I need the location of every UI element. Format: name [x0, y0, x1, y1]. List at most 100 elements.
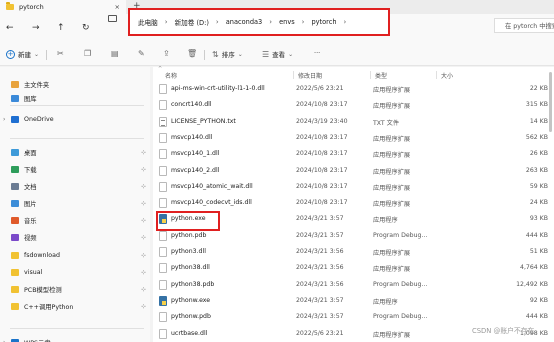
new-button[interactable]: + 新建 ⌄ — [6, 49, 39, 59]
copy-icon[interactable]: ❐ — [84, 49, 91, 58]
sidebar-item[interactable]: 图库 — [0, 91, 150, 105]
up-button[interactable]: ↑ — [57, 23, 65, 33]
pin-icon[interactable]: ⊹ — [141, 303, 146, 310]
address-bar[interactable]: 此电脑 › 新加卷 (D:) › anaconda3 › envs › pyto… — [128, 8, 390, 36]
cut-icon[interactable]: ✂ — [57, 49, 64, 58]
file-date: 2024/10/8 23:17 — [296, 199, 348, 207]
file-date: 2024/3/21 3:56 — [296, 248, 344, 255]
pin-icon[interactable]: ⊹ — [141, 269, 146, 276]
pin-icon[interactable]: ⊹ — [141, 200, 146, 207]
file-row[interactable]: api-ms-win-crt-utility-l1-1-0.dll 2022/5/… — [153, 81, 554, 97]
column-header-type[interactable]: 类型 — [375, 71, 387, 80]
sort-icon: ⇅ — [212, 49, 219, 59]
column-divider[interactable] — [370, 71, 371, 79]
sidebar-item[interactable]: C++调用Python ⊹ — [0, 299, 150, 313]
file-size: 12,492 KB — [516, 280, 548, 288]
file-type: 应用程序扩展 — [373, 168, 411, 176]
file-type: 应用程序扩展 — [373, 266, 411, 274]
pin-icon[interactable]: ⊹ — [141, 217, 146, 224]
file-row[interactable]: msvcp140_codecvt_ids.dll 2024/10/8 23:17 应… — [153, 195, 554, 211]
sidebar-item[interactable]: › OneDrive — [0, 112, 150, 126]
sidebar-item[interactable]: 下载 ⊹ — [0, 162, 150, 176]
file-type: 应用程序 — [373, 217, 398, 225]
file-type: 应用程序扩展 — [373, 184, 411, 192]
breadcrumb-pytorch[interactable]: pytorch — [311, 18, 336, 26]
share-icon[interactable]: ⇪ — [163, 49, 170, 58]
file-name: api-ms-win-crt-utility-l1-1-0.dll — [171, 85, 265, 92]
pin-icon[interactable]: ⊹ — [141, 286, 146, 293]
pin-icon[interactable]: ⊹ — [141, 234, 146, 241]
file-date: 2024/3/21 3:57 — [296, 215, 344, 223]
sidebar-item-label: visual — [24, 268, 43, 276]
sidebar-item[interactable]: 图片 ⊹ — [0, 196, 150, 210]
breadcrumb-drive-d[interactable]: 新加卷 (D:) — [175, 17, 209, 27]
file-row[interactable]: python3.dll 2024/3/21 3:56 应用程序扩展 51 KB — [153, 244, 554, 260]
tab-close-button[interactable]: × — [115, 3, 120, 11]
forward-button[interactable]: → — [32, 23, 40, 33]
file-date: 2024/10/8 23:17 — [296, 182, 348, 190]
pin-icon[interactable]: ⊹ — [141, 252, 146, 259]
file-row[interactable]: LICENSE_PYTHON.txt 2024/3/19 23:40 TXT 文件 1… — [153, 114, 554, 130]
file-date: 2024/3/21 3:57 — [296, 296, 344, 304]
chevron-right-icon[interactable]: › — [3, 116, 5, 123]
sidebar-item-label: 主文件夹 — [24, 81, 50, 89]
file-row[interactable]: msvcp140_1.dll 2024/10/8 23:17 应用程序扩展 26 KB — [153, 146, 554, 162]
pin-icon[interactable]: ⊹ — [141, 183, 146, 190]
pin-icon[interactable]: ⊹ — [141, 149, 146, 156]
scrollbar-thumb[interactable] — [549, 72, 552, 132]
column-header-size[interactable]: 大小 — [441, 71, 453, 80]
delete-icon[interactable]: 🗑 — [187, 49, 197, 58]
sidebar-item[interactable]: 桌面 ⊹ — [0, 145, 150, 159]
tab-pytorch[interactable]: pytorch × — [0, 0, 126, 14]
file-type: 应用程序扩展 — [373, 135, 411, 143]
sidebar-item[interactable]: › WPS云盘 — [0, 335, 150, 342]
video-icon — [11, 233, 19, 241]
sidebar-item[interactable]: PCB模型检测 ⊹ — [0, 282, 150, 296]
chevron-right-icon[interactable]: › — [3, 339, 5, 342]
pin-icon[interactable]: ⊹ — [141, 166, 146, 173]
rename-icon[interactable]: ✎ — [138, 49, 145, 58]
file-size: 444 KB — [525, 231, 548, 239]
sidebar-item[interactable]: 视频 ⊹ — [0, 230, 150, 244]
folder-icon — [11, 285, 19, 293]
download-icon — [11, 165, 19, 173]
column-header-name[interactable]: 名称 — [165, 71, 177, 80]
paste-icon[interactable]: ▤ — [111, 49, 119, 58]
command-toolbar: + 新建 ⌄ ✂ ❐ ▤ ✎ ⇪ 🗑 ⇅ 排序 ⌄ ☰ 查看 ⌄ ··· — [0, 44, 554, 66]
search-input[interactable]: 在 pytorch 中搜索 — [494, 18, 554, 33]
sidebar-item-label: 视频 — [24, 234, 37, 242]
file-date: 2022/5/6 23:21 — [296, 329, 344, 337]
file-type: Program Debug... — [373, 313, 428, 321]
view-label: 查看 — [272, 51, 286, 59]
folder-icon — [6, 2, 14, 10]
sidebar-item[interactable]: 主文件夹 — [0, 77, 150, 91]
sidebar-item[interactable]: 文档 ⊹ — [0, 179, 150, 193]
breadcrumb-this-pc[interactable]: 此电脑 — [138, 17, 158, 27]
refresh-button[interactable]: ↻ — [82, 23, 90, 33]
sort-button[interactable]: ⇅ 排序 ⌄ — [212, 49, 243, 60]
breadcrumb-anaconda3[interactable]: anaconda3 — [226, 18, 263, 26]
file-row[interactable]: concrt140.dll 2024/10/8 23:17 应用程序扩展 315 KB — [153, 97, 554, 113]
file-size: 562 KB — [525, 133, 548, 141]
folder-icon — [11, 251, 19, 259]
more-options-button[interactable]: ··· — [314, 49, 320, 57]
sidebar-item[interactable]: visual ⊹ — [0, 265, 150, 279]
python-exe-highlight — [156, 211, 220, 231]
column-divider[interactable] — [436, 71, 437, 79]
view-button[interactable]: ☰ 查看 ⌄ — [262, 49, 293, 60]
file-row[interactable]: pythonw.pdb 2024/3/21 3:57 Program Debug..… — [153, 309, 554, 325]
file-row[interactable]: msvcp140.dll 2024/10/8 23:17 应用程序扩展 562 KB — [153, 130, 554, 146]
sidebar-item[interactable]: 音乐 ⊹ — [0, 213, 150, 227]
file-row[interactable]: python38.pdb 2024/3/21 3:56 Program Debug.… — [153, 277, 554, 293]
file-row[interactable]: pythonw.exe 2024/3/21 3:57 应用程序 92 KB — [153, 293, 554, 309]
file-row[interactable]: msvcp140_2.dll 2024/10/8 23:17 应用程序扩展 263 K… — [153, 163, 554, 179]
column-divider[interactable] — [293, 71, 294, 79]
breadcrumb-envs[interactable]: envs — [279, 18, 295, 26]
sidebar-item-label: OneDrive — [24, 115, 54, 123]
file-row[interactable]: python38.dll 2024/3/21 3:56 应用程序扩展 4,764 KB — [153, 260, 554, 276]
file-row[interactable]: msvcp140_atomic_wait.dll 2024/10/8 23:17 应… — [153, 179, 554, 195]
sidebar-item[interactable]: fsdownload ⊹ — [0, 248, 150, 262]
file-type: TXT 文件 — [373, 119, 400, 127]
back-button[interactable]: ← — [6, 23, 14, 33]
column-header-date[interactable]: 修改日期 — [298, 71, 322, 80]
